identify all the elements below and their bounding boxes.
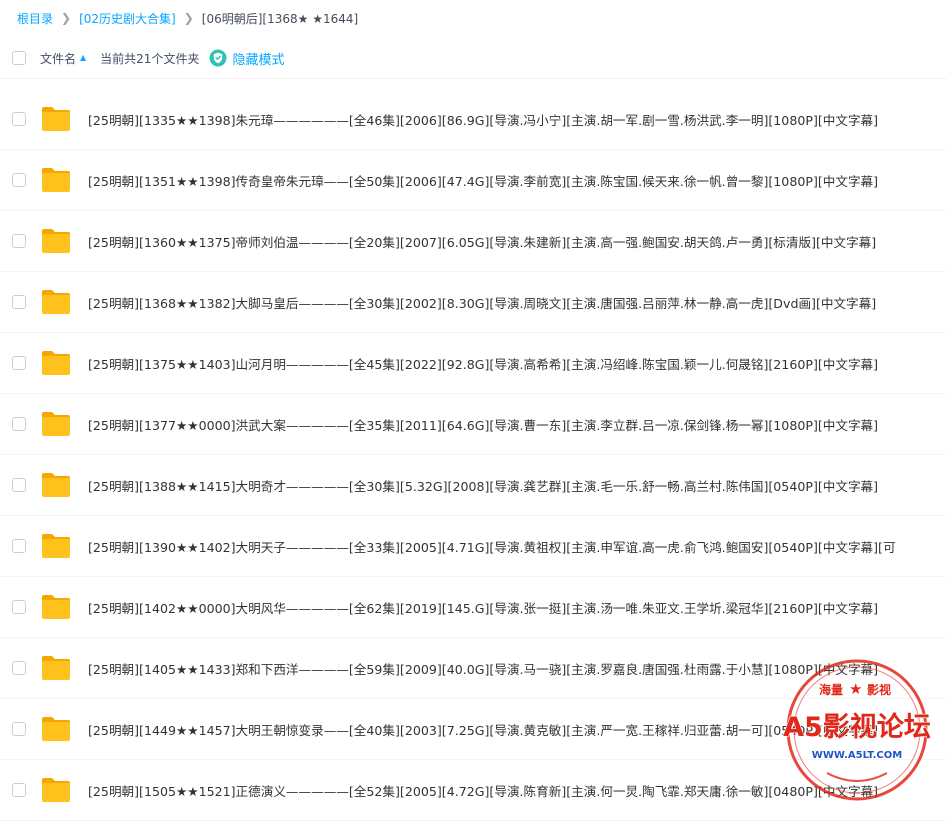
file-row[interactable]: [25明朝][1351★★1398]传奇皇帝朱元璋——[全50集][2006][… [0, 150, 947, 211]
file-row[interactable]: [25明朝][1405★★1433]郑和下西洋————[全59集][2009][… [0, 638, 947, 699]
file-name[interactable]: [25明朝][1377★★0000]洪武大案—————[全35集][2011][… [88, 415, 946, 434]
file-name[interactable]: [25明朝][1360★★1375]帝师刘伯温————[全20集][2007][… [88, 232, 946, 251]
sort-asc-icon: ▲ [80, 52, 87, 62]
hide-mode-toggle[interactable]: 隐藏模式 [209, 49, 284, 68]
file-name[interactable]: [25明朝][1351★★1398]传奇皇帝朱元璋——[全50集][2006][… [88, 171, 946, 190]
select-all-checkbox[interactable] [12, 51, 26, 65]
row-checkbox[interactable] [12, 295, 26, 309]
row-checkbox[interactable] [12, 783, 26, 797]
sort-by-name-button[interactable]: 文件名 ▲ [40, 50, 86, 67]
file-name[interactable]: [25明朝][1388★★1415]大明奇才—————[全30集][5.32G]… [88, 476, 946, 495]
file-name[interactable]: [25明朝][1449★★1457]大明王朝惊变录——[全40集][2003][… [88, 720, 946, 739]
hide-mode-label: 隐藏模式 [232, 52, 285, 68]
row-checkbox[interactable] [12, 722, 26, 736]
file-name[interactable]: [25明朝][1505★★1521]正德演义—————[全52集][2005][… [88, 781, 946, 800]
chevron-right-icon: ❯ [183, 11, 194, 25]
file-name[interactable]: [25明朝][1405★★1433]郑和下西洋————[全59集][2009][… [88, 659, 946, 678]
folder-icon [42, 717, 70, 741]
breadcrumb-root-link[interactable]: 根目录 [17, 10, 53, 27]
file-list: [25明朝][1335★★1398]朱元璋——————[全46集][2006][… [0, 89, 947, 821]
breadcrumb: 根目录 ❯ [02历史剧大合集] ❯ [06明朝后][1368★ ★1644] [17, 8, 358, 28]
folder-icon [42, 778, 70, 802]
file-row[interactable]: [25明朝][1335★★1398]朱元璋——————[全46集][2006][… [0, 89, 947, 150]
row-checkbox[interactable] [12, 478, 26, 492]
file-row[interactable]: [25明朝][1505★★1521]正德演义—————[全52集][2005][… [0, 760, 947, 821]
row-checkbox[interactable] [12, 661, 26, 675]
row-checkbox[interactable] [12, 112, 26, 126]
folder-icon [42, 351, 70, 375]
file-row[interactable]: [25明朝][1402★★0000]大明风华—————[全62集][2019][… [0, 577, 947, 638]
file-row[interactable]: [25明朝][1449★★1457]大明王朝惊变录——[全40集][2003][… [0, 699, 947, 760]
folder-icon [42, 595, 70, 619]
file-name[interactable]: [25明朝][1368★★1382]大脚马皇后————[全30集][2002][… [88, 293, 946, 312]
folder-icon [42, 290, 70, 314]
folder-count: 当前共21个文件夹 [100, 51, 200, 66]
row-checkbox[interactable] [12, 539, 26, 553]
file-row[interactable]: [25明朝][1390★★1402]大明天子—————[全33集][2005][… [0, 516, 947, 577]
sort-label: 文件名 [40, 51, 77, 66]
folder-icon [42, 229, 70, 253]
breadcrumb-parent-link[interactable]: [02历史剧大合集] [79, 10, 176, 27]
file-row[interactable]: [25明朝][1360★★1375]帝师刘伯温————[全20集][2007][… [0, 211, 947, 272]
file-name[interactable]: [25明朝][1390★★1402]大明天子—————[全33集][2005][… [88, 537, 946, 556]
file-name[interactable]: [25明朝][1402★★0000]大明风华—————[全62集][2019][… [88, 598, 946, 617]
list-header: 文件名 ▲ 当前共21个文件夹 隐藏模式 [0, 38, 947, 79]
file-row[interactable]: [25明朝][1368★★1382]大脚马皇后————[全30集][2002][… [0, 272, 947, 333]
file-name[interactable]: [25明朝][1335★★1398]朱元璋——————[全46集][2006][… [88, 110, 946, 129]
chevron-right-icon: ❯ [61, 11, 72, 25]
shield-icon [209, 49, 227, 67]
breadcrumb-current: [06明朝后][1368★ ★1644] [201, 11, 359, 26]
file-row[interactable]: [25明朝][1375★★1403]山河月明—————[全45集][2022][… [0, 333, 947, 394]
folder-icon [42, 534, 70, 558]
row-checkbox[interactable] [12, 356, 26, 370]
folder-icon [42, 168, 70, 192]
folder-icon [42, 473, 70, 497]
file-name[interactable]: [25明朝][1375★★1403]山河月明—————[全45集][2022][… [88, 354, 946, 373]
folder-icon [42, 412, 70, 436]
folder-icon [42, 656, 70, 680]
row-checkbox[interactable] [12, 234, 26, 248]
folder-icon [42, 107, 70, 131]
file-row[interactable]: [25明朝][1388★★1415]大明奇才—————[全30集][5.32G]… [0, 455, 947, 516]
file-row[interactable]: [25明朝][1377★★0000]洪武大案—————[全35集][2011][… [0, 394, 947, 455]
row-checkbox[interactable] [12, 417, 26, 431]
row-checkbox[interactable] [12, 173, 26, 187]
row-checkbox[interactable] [12, 600, 26, 614]
